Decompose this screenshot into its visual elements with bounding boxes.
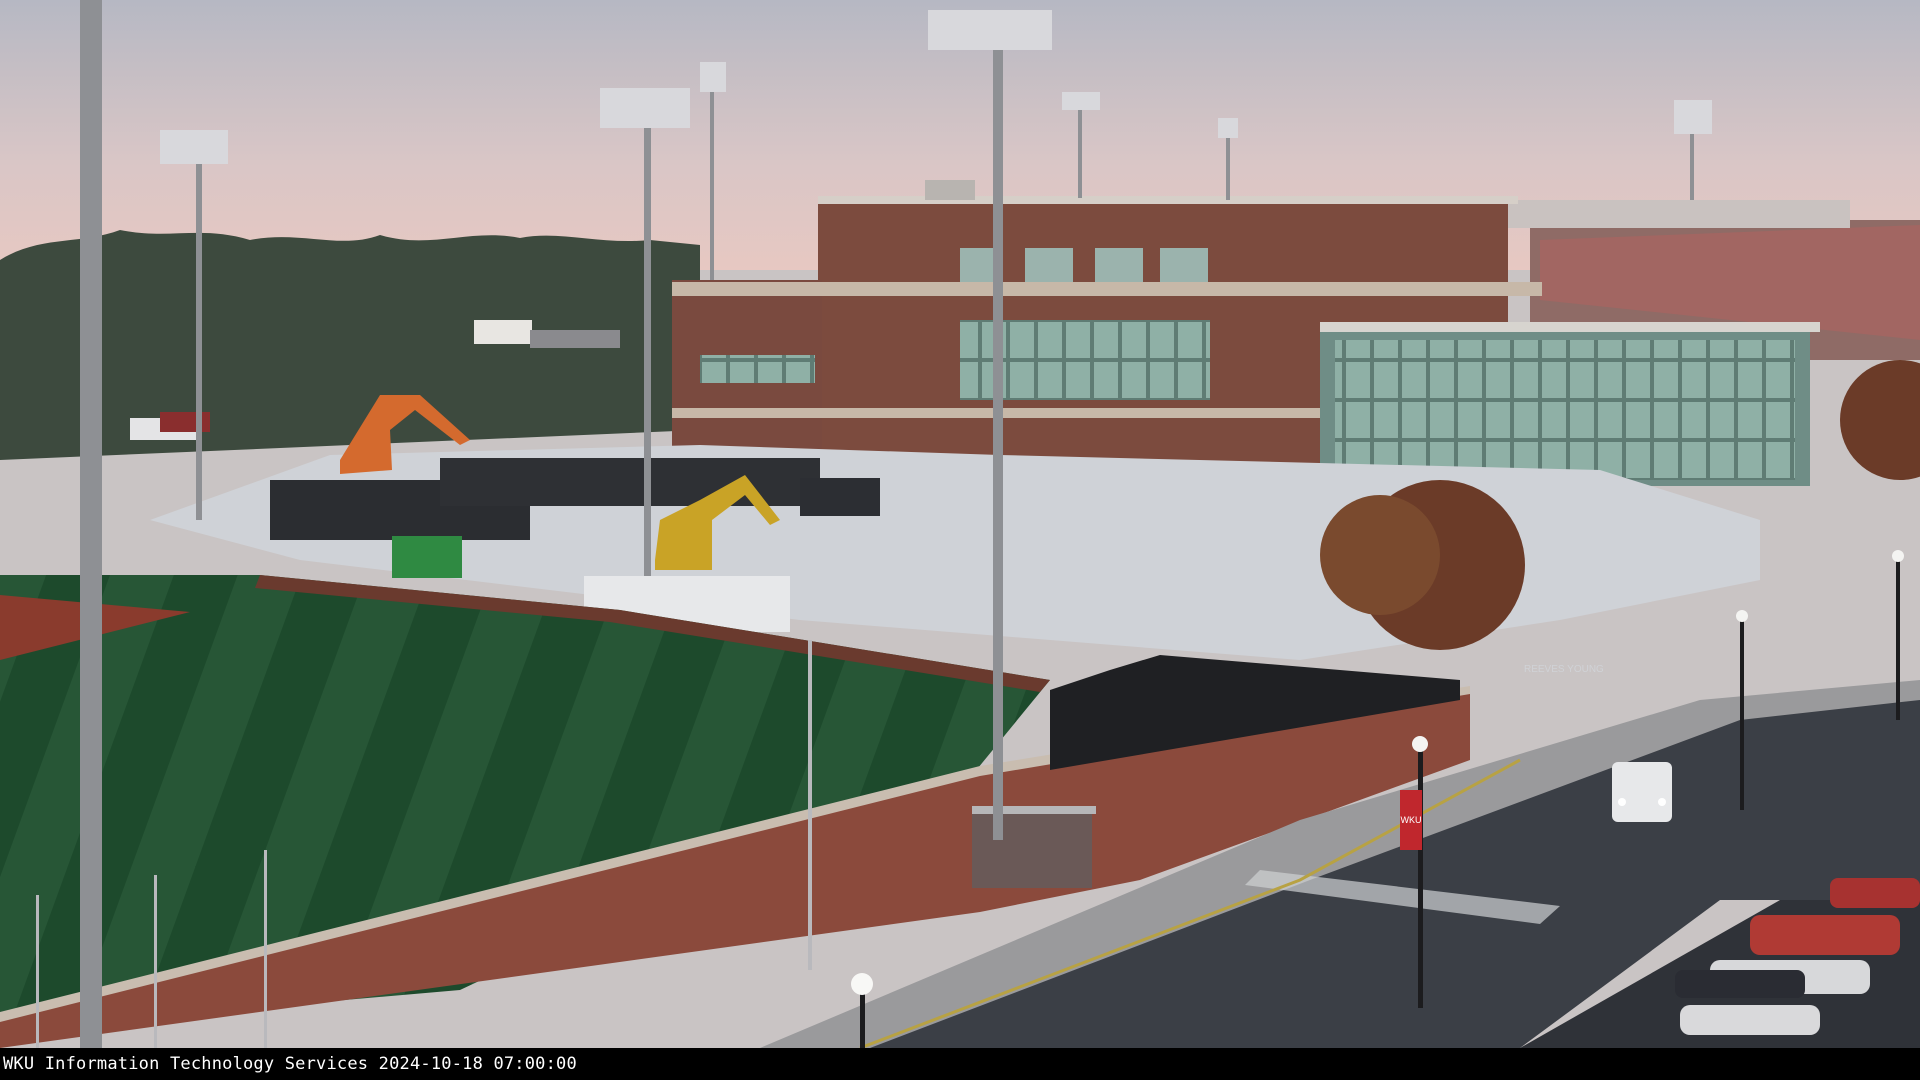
light-pole	[993, 40, 1003, 840]
red-truck-bed	[160, 412, 210, 432]
light-pole	[1078, 108, 1082, 198]
distant-roof	[530, 330, 620, 348]
webcam-scene: WKU REEVES YOUNG	[0, 0, 1920, 1048]
light-pole	[1226, 130, 1230, 200]
light-pole-head	[1674, 100, 1712, 134]
light-pole-head	[1218, 118, 1238, 138]
light-pole-head	[600, 88, 690, 128]
upper-window	[1095, 248, 1143, 282]
parked-car	[1750, 915, 1900, 955]
glass-wing-panes	[1335, 340, 1795, 480]
flag-pole	[264, 850, 267, 1048]
street-lamp	[1412, 736, 1428, 752]
street-lamp-post	[1740, 620, 1744, 810]
right-tree	[1840, 360, 1920, 480]
dump-truck	[800, 478, 880, 516]
truck-headlight	[1658, 798, 1666, 806]
flag-pole	[808, 640, 812, 970]
light-pole-head	[160, 130, 228, 164]
street-lamp-post	[1896, 560, 1900, 720]
distant-house	[474, 320, 532, 344]
green-generator	[392, 536, 462, 578]
upper-window	[1160, 248, 1208, 282]
autumn-tree-canopy	[1320, 495, 1440, 615]
light-pole	[644, 110, 651, 576]
flag-pole	[36, 895, 39, 1048]
fence-sign-text: REEVES YOUNG	[1524, 664, 1604, 675]
light-pole-head	[928, 10, 1052, 50]
parked-car	[1675, 970, 1805, 998]
bus-shelter	[972, 808, 1092, 888]
pickup-truck	[1612, 762, 1672, 822]
street-lamp	[1736, 610, 1748, 622]
street-lamp	[851, 973, 873, 995]
light-pole-head	[700, 62, 726, 92]
street-lamp-post	[1418, 746, 1423, 1008]
timestamp-caption: WKU Information Technology Services 2024…	[3, 1054, 577, 1074]
flag-pole	[154, 875, 157, 1048]
street-banner-text: WKU	[1401, 815, 1422, 825]
upper-window	[1025, 248, 1073, 282]
parked-car	[1680, 1005, 1820, 1035]
light-pole-head	[1062, 92, 1100, 110]
street-lamp	[1892, 550, 1904, 562]
rooftop-unit	[925, 180, 975, 200]
glass-wing-roof	[1320, 322, 1820, 332]
building-rooftop	[818, 196, 1518, 204]
light-pole	[80, 0, 102, 1048]
building-cornice	[672, 282, 1542, 296]
truck-headlight	[1618, 798, 1626, 806]
light-pole	[710, 80, 714, 280]
timestamp-bar: WKU Information Technology Services 2024…	[0, 1048, 1920, 1080]
street-lamp-post	[860, 990, 865, 1048]
bus-shelter-roof	[972, 806, 1096, 814]
stadium-top-roof	[1490, 200, 1850, 228]
light-pole	[196, 150, 202, 520]
left-wing-windows	[700, 355, 815, 383]
parked-car	[1830, 878, 1920, 908]
